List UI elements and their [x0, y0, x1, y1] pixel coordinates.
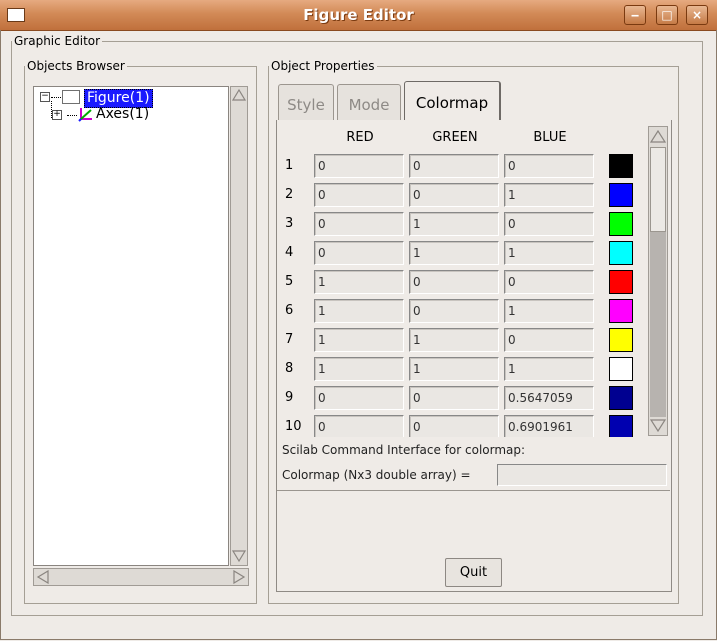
green-value-field[interactable]: 0: [409, 415, 499, 437]
maximize-button[interactable]: □: [656, 5, 678, 25]
colormap-row-index: 9: [285, 390, 294, 405]
red-value-field[interactable]: 0: [314, 212, 404, 236]
scroll-up-icon[interactable]: [232, 88, 246, 102]
colormap-expr-label: Colormap (Nx3 double array) =: [282, 468, 471, 482]
red-value-field[interactable]: 0: [314, 415, 404, 437]
colormap-row-index: 10: [285, 419, 302, 434]
green-value-field[interactable]: 0: [409, 270, 499, 294]
color-swatch[interactable]: [609, 183, 633, 207]
tab-style[interactable]: Style: [278, 84, 334, 120]
green-value-field[interactable]: 1: [409, 212, 499, 236]
green-value-field[interactable]: 0: [409, 154, 499, 178]
scroll-up-icon[interactable]: [650, 128, 666, 144]
tree-item-axes[interactable]: Axes(1): [96, 106, 149, 123]
tab-mode[interactable]: Mode: [337, 84, 401, 120]
quit-button[interactable]: Quit: [445, 558, 502, 587]
tree-line: [51, 97, 61, 98]
colormap-row-index: 7: [285, 332, 294, 347]
blue-value-field[interactable]: 1: [504, 241, 594, 265]
colormap-row-index: 3: [285, 216, 294, 231]
tree-expand-icon[interactable]: +: [52, 110, 62, 120]
tree-line: [67, 115, 77, 116]
colormap-row-index: 6: [285, 303, 294, 318]
color-swatch[interactable]: [609, 328, 633, 352]
green-value-field[interactable]: 1: [409, 357, 499, 381]
blue-value-field[interactable]: 1: [504, 183, 594, 207]
scroll-down-icon[interactable]: [650, 418, 666, 434]
green-value-field[interactable]: 1: [409, 328, 499, 352]
colormap-expr-input[interactable]: [497, 464, 667, 486]
blue-value-field[interactable]: 1: [504, 299, 594, 323]
tree-collapse-icon[interactable]: −: [40, 92, 50, 102]
red-value-field[interactable]: 1: [314, 328, 404, 352]
green-value-field[interactable]: 0: [409, 299, 499, 323]
blue-value-field[interactable]: 0.5647059: [504, 386, 594, 410]
color-swatch[interactable]: [609, 299, 633, 323]
tree-line: [51, 101, 52, 118]
color-swatch[interactable]: [609, 212, 633, 236]
red-value-field[interactable]: 0: [314, 241, 404, 265]
colormap-row-index: 5: [285, 274, 294, 289]
graphic-editor-legend: Graphic Editor: [14, 34, 101, 48]
colormap-scroll-track[interactable]: [650, 232, 666, 417]
red-value-field[interactable]: 1: [314, 270, 404, 294]
color-swatch[interactable]: [609, 386, 633, 410]
maximize-icon: □: [661, 8, 673, 22]
blue-value-field[interactable]: 0.6901961: [504, 415, 594, 437]
divider: [277, 490, 670, 491]
color-swatch[interactable]: [609, 241, 633, 265]
colormap-row-index: 4: [285, 245, 294, 260]
scilab-command-label: Scilab Command Interface for colormap:: [282, 443, 526, 457]
scroll-left-icon[interactable]: [36, 570, 50, 584]
window-title: Figure Editor: [303, 6, 414, 24]
close-icon: ×: [691, 8, 703, 22]
object-properties-legend: Object Properties: [271, 59, 375, 73]
tree-horizontal-scrollbar[interactable]: [33, 568, 249, 586]
object-tree[interactable]: [33, 86, 229, 566]
red-value-field[interactable]: 1: [314, 299, 404, 323]
red-value-field[interactable]: 1: [314, 357, 404, 381]
red-value-field[interactable]: 0: [314, 183, 404, 207]
colormap-scroll-thumb[interactable]: [650, 147, 666, 232]
red-value-field[interactable]: 0: [314, 386, 404, 410]
color-swatch[interactable]: [609, 357, 633, 381]
scroll-right-icon[interactable]: [232, 570, 246, 584]
close-button[interactable]: ×: [686, 5, 708, 25]
red-value-field[interactable]: 0: [314, 154, 404, 178]
green-value-field[interactable]: 0: [409, 183, 499, 207]
blue-value-field[interactable]: 0: [504, 212, 594, 236]
blue-value-field[interactable]: 0: [504, 270, 594, 294]
blue-value-field[interactable]: 0: [504, 328, 594, 352]
green-value-field[interactable]: 1: [409, 241, 499, 265]
colormap-table: 1 0 0 0 2 0 0 1 3 0 1 0 4 0 1 1 5 1 0 0 6 1 0 1 7 1 1 0 8 1 1 1 9 0 0 0.564…: [277, 123, 647, 437]
color-swatch[interactable]: [609, 415, 633, 437]
scroll-down-icon[interactable]: [232, 549, 246, 563]
green-value-field[interactable]: 0: [409, 386, 499, 410]
colormap-row-index: 8: [285, 361, 294, 376]
tab-colormap[interactable]: Colormap: [404, 81, 501, 120]
color-swatch[interactable]: [609, 270, 633, 294]
figure-icon: [62, 90, 80, 104]
minimize-button[interactable]: ‒: [624, 5, 646, 25]
colormap-row-index: 2: [285, 187, 294, 202]
blue-value-field[interactable]: 0: [504, 154, 594, 178]
tree-vertical-scrollbar[interactable]: [230, 86, 248, 566]
objects-browser-legend: Objects Browser: [27, 59, 125, 73]
color-swatch[interactable]: [609, 154, 633, 178]
minimize-icon: ‒: [630, 8, 640, 22]
axes-icon: [78, 108, 92, 122]
colormap-row-index: 1: [285, 158, 294, 173]
blue-value-field[interactable]: 1: [504, 357, 594, 381]
